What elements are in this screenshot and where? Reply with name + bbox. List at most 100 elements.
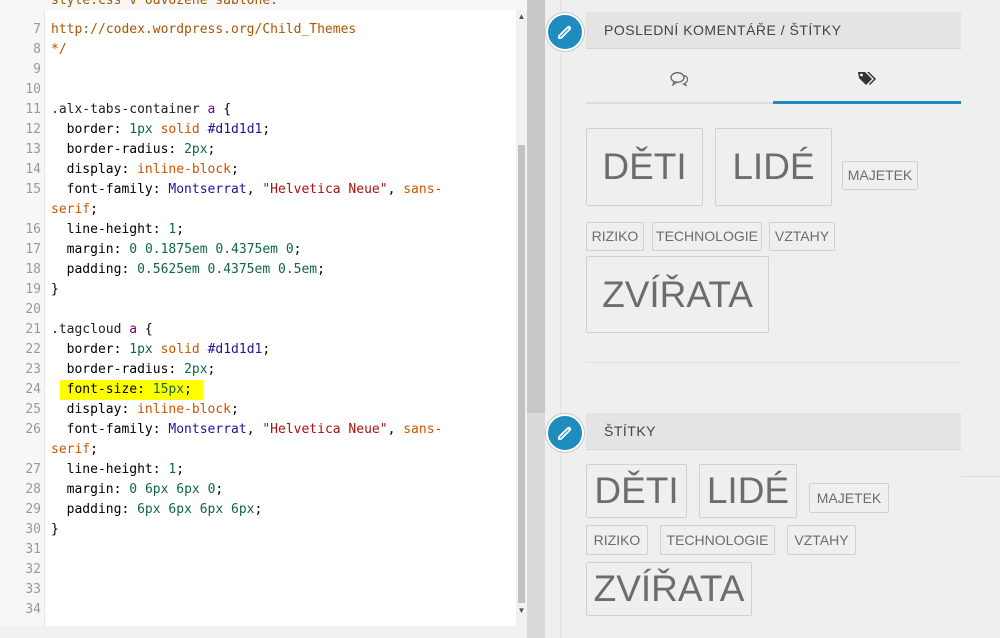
code-token: , [246, 422, 263, 437]
code-token: , [387, 182, 404, 197]
scroll-down-arrow-icon[interactable]: ▼ [516, 606, 527, 618]
tags-icon [858, 72, 876, 85]
tag-link[interactable]: VZTAHY [769, 222, 835, 251]
tag-link[interactable]: TECHNOLOGIE [660, 525, 775, 555]
code-token: 2px [184, 362, 208, 377]
code-token: 0 [129, 482, 138, 497]
code-token: ; [207, 362, 216, 377]
code-editor[interactable]: 7 8 9 10 11 12 13 14 15 16 17 18 19 20 21 22 23 24 25 26 27 2… [0, 0, 527, 638]
code-token: solid [160, 342, 200, 357]
code-line: border-radius: 2px; [51, 140, 216, 160]
code-token: #d1d1d1 [207, 122, 263, 137]
edit-widget-button[interactable] [546, 13, 584, 51]
code-token: border-radius: [51, 362, 185, 377]
tag-link[interactable]: ZVÍŘATA [586, 562, 752, 616]
code-token: 6px [144, 482, 169, 497]
code-token: font-family: [51, 182, 169, 197]
code-line: http://codex.wordpress.org/Child_Themes [51, 20, 356, 40]
code-token: 6px [199, 502, 224, 517]
sidebar-divider [560, 0, 561, 638]
tag-link[interactable]: DĚTI [586, 128, 703, 206]
code-line: .tagcloud a { [51, 320, 153, 340]
code-token: 0.1875em [144, 242, 208, 257]
code-token: inline-block [137, 162, 232, 177]
code-token: ; [90, 202, 98, 217]
editor-horizontal-scrollbar[interactable] [0, 626, 527, 638]
tag-link[interactable]: LIDÉ [715, 128, 832, 206]
code-token: 0.4375em [215, 242, 279, 257]
code-token: ; [231, 402, 239, 417]
tag-link[interactable]: TECHNOLOGIE [652, 222, 762, 251]
tab-underline [586, 102, 773, 104]
tag-link[interactable]: ZVÍŘATA [586, 256, 769, 333]
pencil-icon [558, 426, 572, 440]
code-token: 1px [129, 122, 153, 137]
edit-widget-button[interactable] [546, 414, 584, 452]
code-line: line-height: 1; [51, 220, 184, 240]
code-line: padding: 0.5625em 0.4375em 0.5em; [51, 260, 325, 280]
code-token: font-family: [51, 422, 169, 437]
code-token: Montserrat [168, 422, 247, 437]
code-token: 6px [168, 502, 192, 517]
code-line: border: 1px solid #d1d1d1; [51, 120, 271, 140]
code-token: 0.4375em [207, 262, 271, 277]
code-line: font-family: Montserrat, "Helvetica Neue… [51, 420, 443, 440]
code-line: } [51, 520, 59, 540]
page-scrollbar-track[interactable] [527, 413, 545, 638]
code-line: padding: 6px 6px 6px 6px; [51, 500, 263, 520]
code-line: */ [51, 40, 67, 60]
code-token: ; [231, 162, 239, 177]
code-line: .alx-tabs-container a { [51, 100, 231, 120]
code-token: sans- [403, 182, 443, 197]
code-token: ; [215, 482, 224, 497]
code-token: 6px [231, 502, 255, 517]
tag-link[interactable]: MAJETEK [842, 161, 918, 190]
code-token: margin: [51, 482, 130, 497]
tab-comments[interactable] [586, 58, 773, 104]
tag-link[interactable]: RIZIKO [586, 525, 648, 555]
code-token: border-radius: [51, 142, 185, 157]
code-token: "Helvetica Neue" [262, 182, 388, 197]
tag-link[interactable]: RIZIKO [586, 222, 644, 251]
code-token: font-size: [51, 382, 153, 397]
widget-separator [586, 362, 961, 363]
tag-link[interactable]: DĚTI [586, 464, 687, 518]
code-token: 1px [129, 342, 153, 357]
code-line: line-height: 1; [51, 460, 184, 480]
tab-tags[interactable] [773, 58, 961, 104]
code-token: Montserrat [168, 182, 247, 197]
code-line: border: 1px solid #d1d1d1; [51, 340, 271, 360]
code-token: ; [90, 442, 98, 457]
code-token: 0 [129, 242, 138, 257]
code-token: 2px [184, 142, 208, 157]
code-area[interactable]: style.css v odvozené šabloně. http://cod… [0, 0, 516, 626]
code-token: line-height: [51, 462, 169, 477]
code-token: border: [51, 122, 130, 137]
code-line: display: inline-block; [51, 400, 239, 420]
editor-scrollbar-thumb[interactable] [518, 145, 525, 603]
code-token: http://codex.wordpress.org/Child_Themes [51, 22, 357, 37]
tag-link[interactable]: VZTAHY [787, 525, 856, 555]
code-token: "Helvetica Neue" [262, 422, 388, 437]
code-line: } [51, 280, 59, 300]
code-token: inline-block [137, 402, 232, 417]
code-token: ; [176, 462, 185, 477]
comments-icon [670, 72, 688, 87]
code-token: a [129, 322, 138, 337]
code-token: line-height: [51, 222, 169, 237]
code-token: ; [207, 142, 216, 157]
tag-link[interactable]: LIDÉ [699, 464, 797, 518]
code-line: margin: 0 6px 6px 0; [51, 480, 224, 500]
scroll-up-arrow-icon[interactable]: ▲ [516, 12, 527, 24]
code-token: */ [51, 42, 67, 57]
tag-link[interactable]: MAJETEK [809, 483, 889, 513]
code-token: { [215, 102, 232, 117]
pencil-icon [558, 25, 572, 39]
